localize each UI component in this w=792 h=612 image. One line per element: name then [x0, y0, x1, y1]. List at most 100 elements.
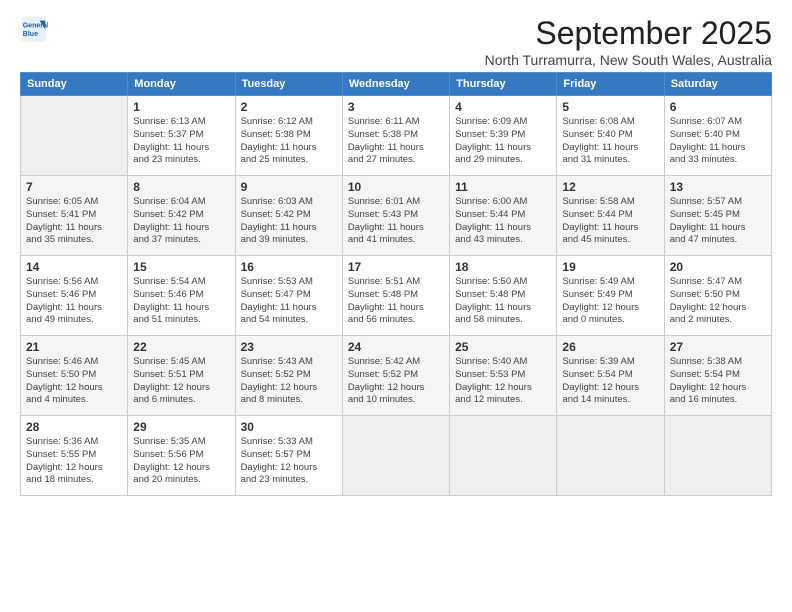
- day-info: Sunrise: 6:12 AM Sunset: 5:38 PM Dayligh…: [241, 116, 337, 167]
- day-info: Sunrise: 5:49 AM Sunset: 5:49 PM Dayligh…: [562, 276, 658, 327]
- day-info: Sunrise: 5:36 AM Sunset: 5:55 PM Dayligh…: [26, 436, 122, 487]
- day-cell: 12 Sunrise: 5:58 AM Sunset: 5:44 PM Dayli…: [557, 176, 664, 256]
- day-info: Sunrise: 6:01 AM Sunset: 5:43 PM Dayligh…: [348, 196, 444, 247]
- day-number: 30: [241, 420, 337, 434]
- day-cell: [557, 416, 664, 496]
- day-number: 7: [26, 180, 122, 194]
- header-cell-friday: Friday: [557, 73, 664, 96]
- day-number: 14: [26, 260, 122, 274]
- day-number: 20: [670, 260, 766, 274]
- day-info: Sunrise: 5:33 AM Sunset: 5:57 PM Dayligh…: [241, 436, 337, 487]
- day-number: 24: [348, 340, 444, 354]
- day-cell: 19 Sunrise: 5:49 AM Sunset: 5:49 PM Dayli…: [557, 256, 664, 336]
- day-info: Sunrise: 5:57 AM Sunset: 5:45 PM Dayligh…: [670, 196, 766, 247]
- day-number: 5: [562, 100, 658, 114]
- day-info: Sunrise: 5:38 AM Sunset: 5:54 PM Dayligh…: [670, 356, 766, 407]
- header: General Blue September 2025 North Turram…: [20, 15, 772, 68]
- day-cell: [21, 96, 128, 176]
- day-info: Sunrise: 5:40 AM Sunset: 5:53 PM Dayligh…: [455, 356, 551, 407]
- day-number: 1: [133, 100, 229, 114]
- day-cell: 10Sunrise: 6:01 AM Sunset: 5:43 PM Dayli…: [342, 176, 449, 256]
- day-info: Sunrise: 5:53 AM Sunset: 5:47 PM Dayligh…: [241, 276, 337, 327]
- day-info: Sunrise: 5:35 AM Sunset: 5:56 PM Dayligh…: [133, 436, 229, 487]
- day-cell: 26 Sunrise: 5:39 AM Sunset: 5:54 PM Dayli…: [557, 336, 664, 416]
- day-info: Sunrise: 6:11 AM Sunset: 5:38 PM Dayligh…: [348, 116, 444, 167]
- week-row-4: 21 Sunrise: 5:46 AM Sunset: 5:50 PM Dayli…: [21, 336, 772, 416]
- week-row-2: 7 Sunrise: 6:05 AM Sunset: 5:41 PM Daylig…: [21, 176, 772, 256]
- day-cell: 1Sunrise: 6:13 AM Sunset: 5:37 PM Daylig…: [128, 96, 235, 176]
- day-number: 27: [670, 340, 766, 354]
- day-cell: 22 Sunrise: 5:45 AM Sunset: 5:51 PM Dayli…: [128, 336, 235, 416]
- day-number: 22: [133, 340, 229, 354]
- day-cell: 18 Sunrise: 5:50 AM Sunset: 5:48 PM Dayli…: [450, 256, 557, 336]
- day-cell: 8 Sunrise: 6:04 AM Sunset: 5:42 PM Daylig…: [128, 176, 235, 256]
- day-info: Sunrise: 5:58 AM Sunset: 5:44 PM Dayligh…: [562, 196, 658, 247]
- day-number: 3: [348, 100, 444, 114]
- day-number: 4: [455, 100, 551, 114]
- day-cell: 13 Sunrise: 5:57 AM Sunset: 5:45 PM Dayli…: [664, 176, 771, 256]
- day-cell: 28 Sunrise: 5:36 AM Sunset: 5:55 PM Dayli…: [21, 416, 128, 496]
- day-cell: 6 Sunrise: 6:07 AM Sunset: 5:40 PM Daylig…: [664, 96, 771, 176]
- day-number: 16: [241, 260, 337, 274]
- day-cell: 2Sunrise: 6:12 AM Sunset: 5:38 PM Daylig…: [235, 96, 342, 176]
- header-cell-tuesday: Tuesday: [235, 73, 342, 96]
- day-cell: 7 Sunrise: 6:05 AM Sunset: 5:41 PM Daylig…: [21, 176, 128, 256]
- header-cell-sunday: Sunday: [21, 73, 128, 96]
- day-info: Sunrise: 6:03 AM Sunset: 5:42 PM Dayligh…: [241, 196, 337, 247]
- week-row-1: 1Sunrise: 6:13 AM Sunset: 5:37 PM Daylig…: [21, 96, 772, 176]
- day-number: 25: [455, 340, 551, 354]
- header-cell-monday: Monday: [128, 73, 235, 96]
- day-cell: 3 Sunrise: 6:11 AM Sunset: 5:38 PM Daylig…: [342, 96, 449, 176]
- day-number: 8: [133, 180, 229, 194]
- day-number: 6: [670, 100, 766, 114]
- day-number: 18: [455, 260, 551, 274]
- day-cell: 17Sunrise: 5:51 AM Sunset: 5:48 PM Dayli…: [342, 256, 449, 336]
- day-info: Sunrise: 6:05 AM Sunset: 5:41 PM Dayligh…: [26, 196, 122, 247]
- day-cell: 20 Sunrise: 5:47 AM Sunset: 5:50 PM Dayli…: [664, 256, 771, 336]
- day-cell: 11 Sunrise: 6:00 AM Sunset: 5:44 PM Dayli…: [450, 176, 557, 256]
- page: General Blue September 2025 North Turram…: [0, 0, 792, 612]
- day-cell: [664, 416, 771, 496]
- day-info: Sunrise: 6:00 AM Sunset: 5:44 PM Dayligh…: [455, 196, 551, 247]
- day-number: 23: [241, 340, 337, 354]
- header-row: SundayMondayTuesdayWednesdayThursdayFrid…: [21, 73, 772, 96]
- day-number: 21: [26, 340, 122, 354]
- day-number: 12: [562, 180, 658, 194]
- day-info: Sunrise: 5:42 AM Sunset: 5:52 PM Dayligh…: [348, 356, 444, 407]
- header-cell-saturday: Saturday: [664, 73, 771, 96]
- day-info: Sunrise: 5:46 AM Sunset: 5:50 PM Dayligh…: [26, 356, 122, 407]
- day-cell: 16 Sunrise: 5:53 AM Sunset: 5:47 PM Dayli…: [235, 256, 342, 336]
- day-cell: [450, 416, 557, 496]
- title-block: September 2025 North Turramurra, New Sou…: [485, 15, 772, 68]
- day-info: Sunrise: 5:39 AM Sunset: 5:54 PM Dayligh…: [562, 356, 658, 407]
- day-info: Sunrise: 5:43 AM Sunset: 5:52 PM Dayligh…: [241, 356, 337, 407]
- day-info: Sunrise: 5:56 AM Sunset: 5:46 PM Dayligh…: [26, 276, 122, 327]
- day-cell: 27 Sunrise: 5:38 AM Sunset: 5:54 PM Dayli…: [664, 336, 771, 416]
- day-info: Sunrise: 6:07 AM Sunset: 5:40 PM Dayligh…: [670, 116, 766, 167]
- day-cell: 14 Sunrise: 5:56 AM Sunset: 5:46 PM Dayli…: [21, 256, 128, 336]
- day-info: Sunrise: 6:04 AM Sunset: 5:42 PM Dayligh…: [133, 196, 229, 247]
- day-cell: 24 Sunrise: 5:42 AM Sunset: 5:52 PM Dayli…: [342, 336, 449, 416]
- logo-icon: General Blue: [20, 15, 48, 43]
- day-info: Sunrise: 5:47 AM Sunset: 5:50 PM Dayligh…: [670, 276, 766, 327]
- week-row-3: 14 Sunrise: 5:56 AM Sunset: 5:46 PM Dayli…: [21, 256, 772, 336]
- header-cell-wednesday: Wednesday: [342, 73, 449, 96]
- day-info: Sunrise: 5:45 AM Sunset: 5:51 PM Dayligh…: [133, 356, 229, 407]
- day-cell: 21 Sunrise: 5:46 AM Sunset: 5:50 PM Dayli…: [21, 336, 128, 416]
- svg-text:Blue: Blue: [23, 31, 38, 38]
- day-number: 11: [455, 180, 551, 194]
- day-info: Sunrise: 5:50 AM Sunset: 5:48 PM Dayligh…: [455, 276, 551, 327]
- day-number: 13: [670, 180, 766, 194]
- day-cell: 5 Sunrise: 6:08 AM Sunset: 5:40 PM Daylig…: [557, 96, 664, 176]
- day-cell: 4Sunrise: 6:09 AM Sunset: 5:39 PM Daylig…: [450, 96, 557, 176]
- subtitle: North Turramurra, New South Wales, Austr…: [485, 52, 772, 68]
- day-info: Sunrise: 6:08 AM Sunset: 5:40 PM Dayligh…: [562, 116, 658, 167]
- day-cell: 29Sunrise: 5:35 AM Sunset: 5:56 PM Dayli…: [128, 416, 235, 496]
- day-cell: 30 Sunrise: 5:33 AM Sunset: 5:57 PM Dayli…: [235, 416, 342, 496]
- day-number: 28: [26, 420, 122, 434]
- day-info: Sunrise: 5:54 AM Sunset: 5:46 PM Dayligh…: [133, 276, 229, 327]
- logo: General Blue: [20, 15, 48, 43]
- day-cell: 9Sunrise: 6:03 AM Sunset: 5:42 PM Daylig…: [235, 176, 342, 256]
- day-number: 19: [562, 260, 658, 274]
- day-number: 26: [562, 340, 658, 354]
